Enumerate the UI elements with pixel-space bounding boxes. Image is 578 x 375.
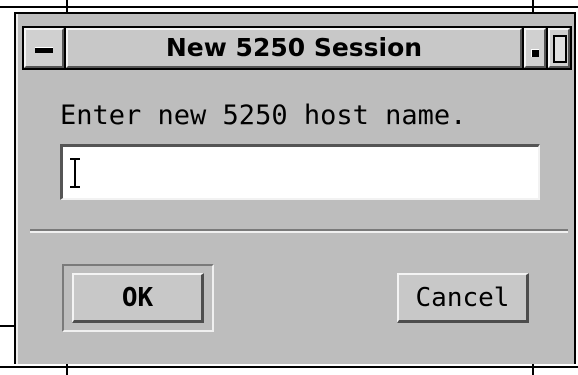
separator xyxy=(30,229,568,233)
window-menu-icon xyxy=(35,47,53,53)
minimize-icon xyxy=(531,49,539,57)
ok-button[interactable]: OK xyxy=(72,273,204,323)
minimize-button[interactable] xyxy=(522,26,548,70)
window-frame-highlight xyxy=(16,14,18,364)
cancel-button[interactable]: Cancel xyxy=(397,273,529,323)
host-name-prompt: Enter new 5250 host name. xyxy=(60,100,467,131)
host-name-input[interactable] xyxy=(60,144,540,200)
desktop-line xyxy=(0,6,578,8)
text-cursor-icon xyxy=(70,158,80,188)
desktop-line xyxy=(0,325,14,327)
window-title[interactable]: New 5250 Session xyxy=(64,26,524,70)
window-menu-button[interactable] xyxy=(22,26,66,70)
maximize-button[interactable] xyxy=(546,26,572,70)
maximize-icon xyxy=(553,35,567,63)
title-bar[interactable]: New 5250 Session xyxy=(22,26,572,70)
desktop-line xyxy=(0,366,578,368)
